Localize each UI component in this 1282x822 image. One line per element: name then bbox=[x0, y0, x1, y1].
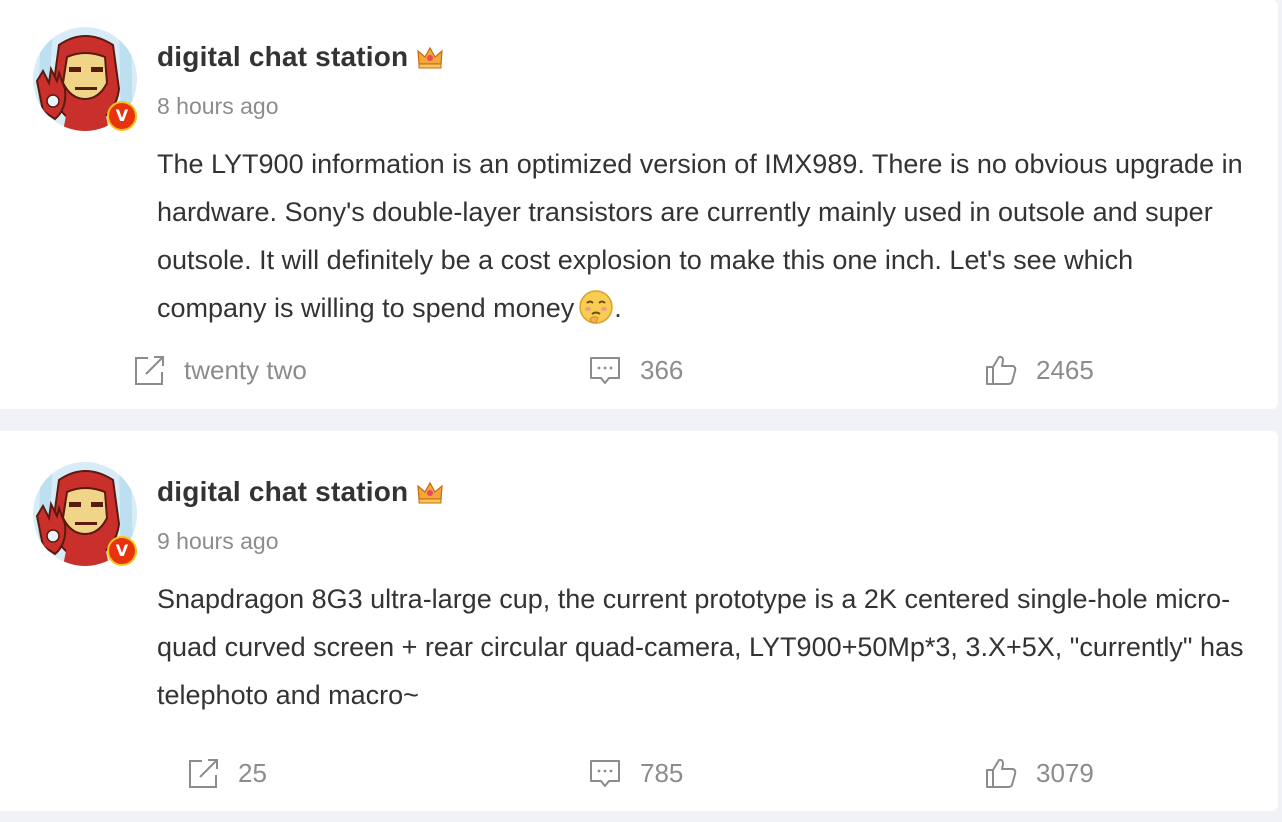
avatar[interactable]: V bbox=[33, 462, 137, 566]
comment-count: 785 bbox=[640, 757, 684, 788]
like-button[interactable]: 3079 bbox=[984, 753, 1094, 793]
post-card: V digital chat station 8 hours ago The L… bbox=[0, 0, 1278, 409]
avatar[interactable]: V bbox=[33, 27, 137, 131]
author-row: digital chat station bbox=[157, 475, 445, 509]
share-count: 25 bbox=[238, 757, 267, 788]
share-count: twenty two bbox=[184, 354, 307, 385]
like-button[interactable]: 2465 bbox=[984, 350, 1094, 390]
action-bar: 25 785 3079 bbox=[0, 753, 1278, 793]
post-text: Snapdragon 8G3 ultra-large cup, the curr… bbox=[157, 584, 1244, 710]
comment-button[interactable]: 366 bbox=[588, 350, 683, 390]
share-button[interactable]: twenty two bbox=[132, 350, 307, 390]
verified-v-icon: V bbox=[107, 101, 137, 131]
post-timestamp: 9 hours ago bbox=[157, 528, 279, 554]
share-icon bbox=[189, 759, 218, 788]
author-row: digital chat station bbox=[157, 40, 445, 74]
share-icon bbox=[135, 356, 164, 385]
crown-icon bbox=[417, 481, 444, 504]
crown-icon bbox=[417, 46, 444, 69]
action-bar: twenty two 366 2465 bbox=[0, 350, 1278, 390]
comment-button[interactable]: 785 bbox=[588, 753, 683, 793]
post-card: V digital chat station 9 hours ago Snapd… bbox=[0, 431, 1278, 811]
comment-icon bbox=[590, 357, 620, 384]
post-text-end: . bbox=[614, 293, 622, 323]
username[interactable]: digital chat station bbox=[157, 41, 408, 73]
like-count: 2465 bbox=[1036, 354, 1094, 385]
thumbs-up-icon bbox=[986, 758, 1017, 788]
comment-count: 366 bbox=[640, 354, 684, 385]
comment-icon bbox=[590, 760, 620, 787]
like-count: 3079 bbox=[1036, 757, 1094, 788]
share-button[interactable]: 25 bbox=[186, 753, 267, 793]
smug-emoji-icon bbox=[579, 290, 613, 324]
post-timestamp: 8 hours ago bbox=[157, 93, 279, 119]
username[interactable]: digital chat station bbox=[157, 476, 408, 508]
post-text: The LYT900 information is an optimized v… bbox=[157, 140, 1247, 332]
thumbs-up-icon bbox=[986, 355, 1017, 385]
post-text-body: The LYT900 information is an optimized v… bbox=[157, 149, 1243, 323]
verified-v-icon: V bbox=[107, 536, 137, 566]
